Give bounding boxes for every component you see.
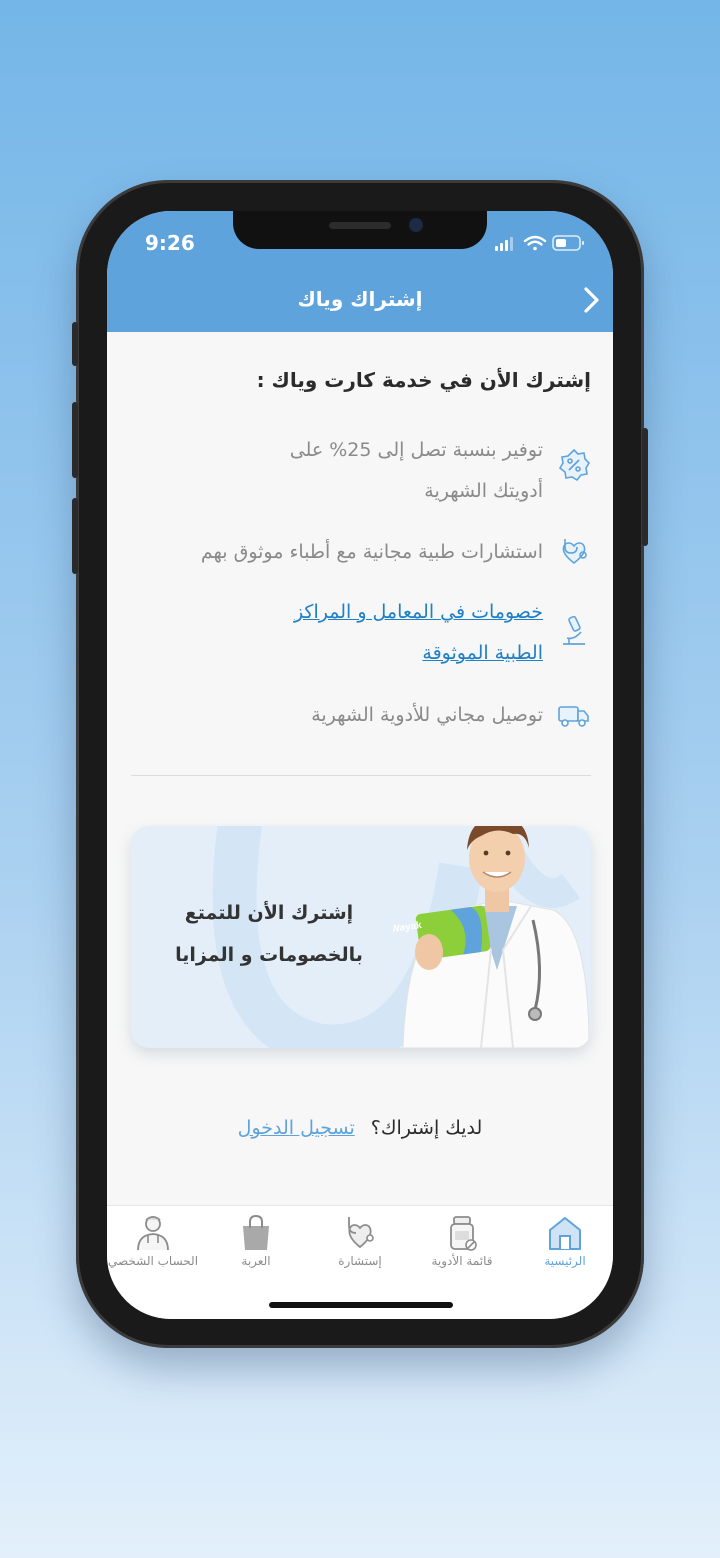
volume-down-button — [72, 498, 78, 574]
login-link[interactable]: تسجيل الدخول — [238, 1117, 355, 1139]
tab-label: الرئيسية — [544, 1254, 586, 1268]
doctor-illustration: Wayak — [393, 826, 590, 1048]
feature-line[interactable]: الطبية الموثوقة — [294, 633, 543, 674]
login-question: لديك إشتراك؟ — [370, 1117, 483, 1139]
tab-cart[interactable]: العربة — [206, 1206, 306, 1286]
tab-label: قائمة الأدوية — [431, 1254, 493, 1268]
login-prompt: لديك إشتراك؟ تسجيل الدخول — [107, 1117, 613, 1139]
wifi-icon — [523, 235, 547, 251]
bottom-tab-bar: الرئيسية قائمة الأدوية إستشارة العربة ال… — [107, 1205, 613, 1319]
subscription-content: إشترك الأن في خدمة كارت وياك : توفير بنس… — [107, 332, 613, 1205]
home-icon — [549, 1217, 581, 1250]
discount-badge-icon — [558, 448, 591, 482]
home-indicator[interactable] — [269, 1302, 453, 1308]
feature-line: أدويتك الشهرية — [424, 480, 543, 502]
tab-profile[interactable]: الحساب الشخصي — [107, 1206, 203, 1286]
feature-text-delivery: توصيل مجاني للأدوية الشهرية — [311, 704, 543, 726]
tab-medicine-list[interactable]: قائمة الأدوية — [412, 1206, 512, 1286]
tab-label: الحساب الشخصي — [107, 1254, 199, 1268]
section-divider — [131, 775, 591, 776]
status-time: 9:26 — [145, 231, 195, 255]
feature-item-consultation: استشارات طبية مجانية مع أطباء موثوق بهم — [131, 532, 591, 573]
promo-banner[interactable]: إشترك الأن للتمتع بالخصومات و المزايا Wa… — [131, 826, 591, 1048]
feature-link-labs[interactable]: خصومات في المعامل و المراكز الطبية الموث… — [294, 592, 543, 674]
tab-home[interactable]: الرئيسية — [515, 1206, 613, 1286]
feature-item-labs[interactable]: خصومات في المعامل و المراكز الطبية الموث… — [131, 592, 591, 674]
battery-icon — [552, 235, 584, 251]
promo-title-line2: بالخصومات و المزايا — [175, 944, 363, 966]
app-screen: 9:26 إشتراك وياك إشترك الأن في خدمة كارت… — [107, 211, 613, 1319]
feature-item-delivery: توصيل مجاني للأدوية الشهرية — [131, 695, 591, 736]
microscope-icon — [563, 615, 585, 645]
stethoscope-heart-icon — [562, 539, 587, 565]
feature-text-consultation: استشارات طبية مجانية مع أطباء موثوق بهم — [200, 541, 543, 563]
feature-text-discount: توفير بنسبة تصل إلى 25% على أدويتك الشهر… — [290, 430, 543, 512]
front-camera — [409, 218, 423, 232]
tab-label: العربة — [241, 1254, 271, 1268]
app-header: 9:26 إشتراك وياك — [107, 211, 613, 332]
status-icons — [495, 235, 584, 251]
consultation-icon — [348, 1217, 374, 1249]
promo-title-line1: إشترك الأن للتمتع — [184, 902, 354, 924]
signal-icon — [495, 237, 513, 251]
power-button — [642, 428, 648, 546]
page-title: إشتراك وياك — [297, 287, 423, 311]
shopping-bag-icon — [243, 1214, 269, 1250]
volume-up-button — [72, 402, 78, 478]
delivery-truck-icon — [558, 706, 589, 727]
subscription-heading: إشترك الأن في خدمة كارت وياك : — [256, 368, 591, 392]
tab-consultation[interactable]: إستشارة — [310, 1206, 410, 1286]
speaker-grille — [329, 222, 391, 229]
device-notch — [233, 211, 487, 249]
feature-line[interactable]: خصومات في المعامل و المراكز — [294, 592, 543, 633]
doctor-profile-icon — [137, 1216, 169, 1251]
back-chevron-icon[interactable] — [577, 285, 605, 315]
tab-label: إستشارة — [338, 1254, 382, 1268]
medicine-bottle-icon — [450, 1216, 477, 1251]
feature-line: توفير بنسبة تصل إلى 25% على — [289, 439, 543, 461]
side-button — [72, 322, 78, 366]
feature-item-discount: توفير بنسبة تصل إلى 25% على أدويتك الشهر… — [131, 430, 591, 512]
